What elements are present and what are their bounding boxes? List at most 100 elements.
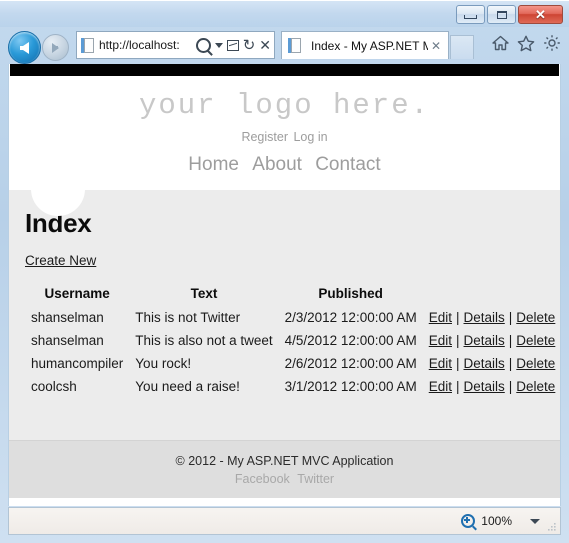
user-links: Register Log in xyxy=(9,130,560,154)
resize-grip-icon[interactable] xyxy=(547,522,557,532)
stop-icon[interactable]: ✕ xyxy=(259,38,271,52)
tab-title: Index - My ASP.NET M... xyxy=(311,38,428,53)
table-header-row: Username Text Published xyxy=(25,284,560,307)
maximize-button[interactable] xyxy=(487,5,516,24)
back-button[interactable] xyxy=(8,31,41,64)
tab-close-icon[interactable]: ✕ xyxy=(428,39,444,53)
cell-published: 4/5/2012 12:00:00 AM xyxy=(284,332,417,348)
details-link[interactable]: Details xyxy=(464,310,505,325)
nav-about[interactable]: About xyxy=(252,154,302,175)
table-row: humancompiler You rock! 2/6/2012 12:00:0… xyxy=(25,353,560,376)
edit-link[interactable]: Edit xyxy=(429,310,452,325)
new-tab-button[interactable] xyxy=(450,35,474,59)
cell-published: 3/1/2012 12:00:00 AM xyxy=(284,378,417,394)
page-document-icon xyxy=(81,37,94,53)
zoom-magnifier-icon[interactable] xyxy=(461,514,476,528)
page-viewport: your logo here. Register Log in Home Abo… xyxy=(8,64,561,506)
action-separator: | xyxy=(456,309,460,325)
column-header-published: Published xyxy=(318,285,383,301)
site-logo: your logo here. xyxy=(138,89,431,122)
action-separator: | xyxy=(456,355,460,371)
favorites-star-icon[interactable] xyxy=(517,35,535,52)
facebook-link[interactable]: Facebook xyxy=(235,472,290,486)
minimize-icon xyxy=(464,15,477,19)
browser-tab[interactable]: Index - My ASP.NET M... ✕ xyxy=(281,31,449,59)
delete-link[interactable]: Delete xyxy=(516,379,555,394)
cell-username: coolcsh xyxy=(31,378,77,394)
edit-link[interactable]: Edit xyxy=(429,379,452,394)
cell-published: 2/6/2012 12:00:00 AM xyxy=(284,355,417,371)
zoom-level-label: 100% xyxy=(481,514,512,528)
action-separator: | xyxy=(508,332,513,348)
close-icon: ✕ xyxy=(535,7,546,22)
cell-actions: Edit | Details | Delete xyxy=(423,353,560,376)
forward-arrow-icon xyxy=(52,42,59,53)
register-link[interactable]: Register xyxy=(241,130,288,144)
main-content: Index Create New Username Text Published xyxy=(9,190,560,399)
address-input[interactable]: http://localhost: xyxy=(99,38,196,52)
browser-tool-icons xyxy=(492,34,561,52)
minimize-button[interactable] xyxy=(456,5,485,24)
home-icon[interactable] xyxy=(492,35,509,51)
table-body: shanselman This is not Twitter 2/3/2012 … xyxy=(25,307,560,399)
search-icon[interactable] xyxy=(195,37,211,53)
status-bar: 100% xyxy=(8,507,561,535)
cell-text: This is also not a tweet xyxy=(135,332,273,348)
column-header-username: Username xyxy=(44,285,110,301)
twitter-link[interactable]: Twitter xyxy=(297,472,334,486)
table-row: shanselman This is also not a tweet 4/5/… xyxy=(25,330,560,353)
login-link[interactable]: Log in xyxy=(293,130,327,144)
cell-text: You need a raise! xyxy=(135,378,240,394)
cell-published: 2/3/2012 12:00:00 AM xyxy=(284,309,417,325)
nav-contact[interactable]: Contact xyxy=(315,154,380,175)
browser-toolbar: http://localhost: ↻ ✕ Index - My ASP.NET… xyxy=(0,27,569,64)
action-separator: | xyxy=(508,355,513,371)
nav-home[interactable]: Home xyxy=(188,154,239,175)
table-header: Username Text Published xyxy=(25,284,560,307)
back-arrow-icon xyxy=(20,41,29,54)
cell-text: This is not Twitter xyxy=(135,309,241,325)
cell-username: shanselman xyxy=(31,332,104,348)
compatibility-view-icon[interactable] xyxy=(226,39,239,51)
column-header-actions xyxy=(423,284,560,307)
action-separator: | xyxy=(508,378,513,394)
browser-window: ✕ http://localhost: ↻ ✕ Index - My ASP.N… xyxy=(0,0,569,543)
tweets-table: Username Text Published shanselman This … xyxy=(25,284,560,399)
site-footer: © 2012 - My ASP.NET MVC Application Face… xyxy=(9,439,560,498)
column-header-text: Text xyxy=(190,285,218,301)
zoom-dropdown-icon[interactable] xyxy=(530,518,540,524)
table-row: shanselman This is not Twitter 2/3/2012 … xyxy=(25,307,560,330)
close-button[interactable]: ✕ xyxy=(518,5,563,24)
action-separator: | xyxy=(456,332,460,348)
top-black-bar xyxy=(10,64,559,76)
edit-link[interactable]: Edit xyxy=(429,333,452,348)
footer-copyright: © 2012 - My ASP.NET MVC Application xyxy=(175,453,394,468)
edit-link[interactable]: Edit xyxy=(429,356,452,371)
details-link[interactable]: Details xyxy=(464,356,505,371)
cell-actions: Edit | Details | Delete xyxy=(423,307,560,330)
address-bar[interactable]: http://localhost: ↻ ✕ xyxy=(76,31,275,59)
footer-social-links: Facebook Twitter xyxy=(9,472,560,486)
details-link[interactable]: Details xyxy=(464,379,505,394)
maximize-icon xyxy=(496,10,507,19)
refresh-icon[interactable]: ↻ xyxy=(243,37,256,53)
site-header: your logo here. Register Log in Home Abo… xyxy=(9,76,560,190)
cell-username: shanselman xyxy=(31,309,104,325)
page-title: Index xyxy=(25,207,92,238)
delete-link[interactable]: Delete xyxy=(516,310,555,325)
chevron-down-icon[interactable] xyxy=(214,42,223,48)
action-separator: | xyxy=(508,309,513,325)
address-bar-icons: ↻ ✕ xyxy=(195,37,271,53)
cell-actions: Edit | Details | Delete xyxy=(423,330,560,353)
forward-button[interactable] xyxy=(42,34,69,61)
tab-page-icon xyxy=(288,38,301,53)
settings-gear-icon[interactable] xyxy=(543,34,561,52)
details-link[interactable]: Details xyxy=(464,333,505,348)
action-separator: | xyxy=(456,378,460,394)
main-navigation: Home About Contact xyxy=(9,154,560,190)
delete-link[interactable]: Delete xyxy=(516,356,555,371)
delete-link[interactable]: Delete xyxy=(516,333,555,348)
window-controls: ✕ xyxy=(456,5,563,24)
table-row: coolcsh You need a raise! 3/1/2012 12:00… xyxy=(25,376,560,399)
create-new-link[interactable]: Create New xyxy=(25,253,96,268)
